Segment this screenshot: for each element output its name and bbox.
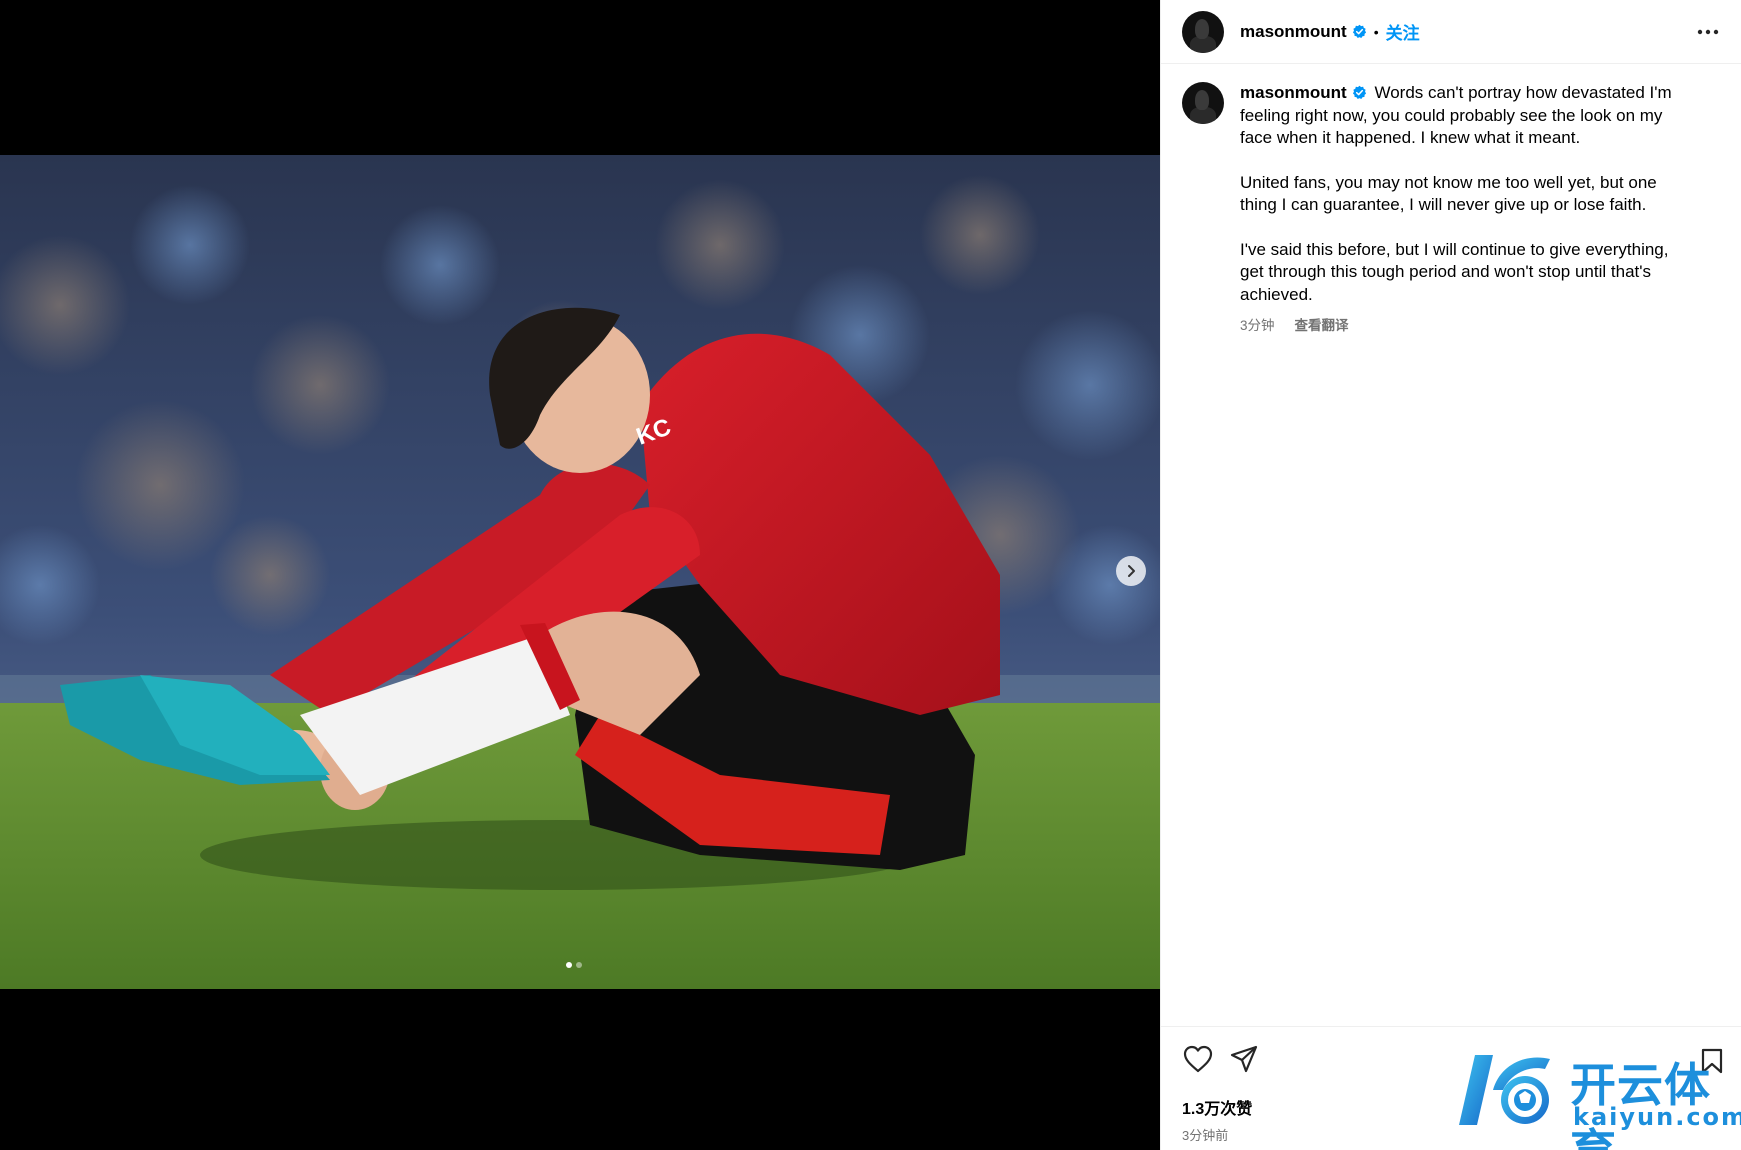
carousel-indicator xyxy=(566,962,582,968)
watermark-chinese-text: 开云体育 xyxy=(1570,1058,1711,1150)
caption-meta: 3分钟 查看翻译 xyxy=(1240,314,1690,334)
kaiyun-watermark-logo: 开云体育 kaiyun.com xyxy=(1455,1045,1741,1150)
caption-avatar[interactable] xyxy=(1182,82,1224,124)
caption-paragraph-3: I've said this before, but I will contin… xyxy=(1240,239,1669,304)
kaiyun-logo-icon xyxy=(1459,1055,1550,1125)
verified-badge-icon xyxy=(1352,24,1366,38)
caption-paragraph-2: United fans, you may not know me too wel… xyxy=(1240,172,1657,215)
caption-username[interactable]: masonmount xyxy=(1240,83,1347,102)
chevron-right-icon xyxy=(1128,565,1135,577)
watermark-url-text: kaiyun.com xyxy=(1573,1103,1741,1131)
share-button[interactable] xyxy=(1228,1043,1260,1075)
carousel-next-button[interactable] xyxy=(1116,556,1146,586)
like-button[interactable] xyxy=(1182,1043,1214,1075)
media-viewer: KC xyxy=(0,0,1160,1150)
heart-icon xyxy=(1183,1045,1213,1073)
caption-paragraph-1: masonmount Words can't portray how devas… xyxy=(1240,82,1690,150)
verified-badge-icon xyxy=(1352,85,1366,99)
caption-timestamp: 3分钟 xyxy=(1240,318,1275,333)
post-header: masonmount • 关注 xyxy=(1161,0,1741,64)
carousel-dot xyxy=(576,962,582,968)
follow-button[interactable]: 关注 xyxy=(1386,19,1420,44)
header-username[interactable]: masonmount xyxy=(1240,22,1347,42)
share-icon xyxy=(1230,1045,1258,1073)
post-details-panel: masonmount • 关注 masonmount Words can't p… xyxy=(1160,0,1741,1150)
caption-body: masonmount Words can't portray how devas… xyxy=(1240,82,1690,334)
separator-dot: • xyxy=(1373,23,1379,40)
post-photo: KC xyxy=(0,155,1160,989)
avatar[interactable] xyxy=(1182,10,1224,53)
more-options-button[interactable] xyxy=(1696,20,1720,44)
see-translation-link[interactable]: 查看翻译 xyxy=(1295,314,1349,334)
carousel-dot-active xyxy=(566,962,572,968)
more-options-icon xyxy=(1697,29,1719,34)
post-caption: masonmount Words can't portray how devas… xyxy=(1161,64,1741,334)
